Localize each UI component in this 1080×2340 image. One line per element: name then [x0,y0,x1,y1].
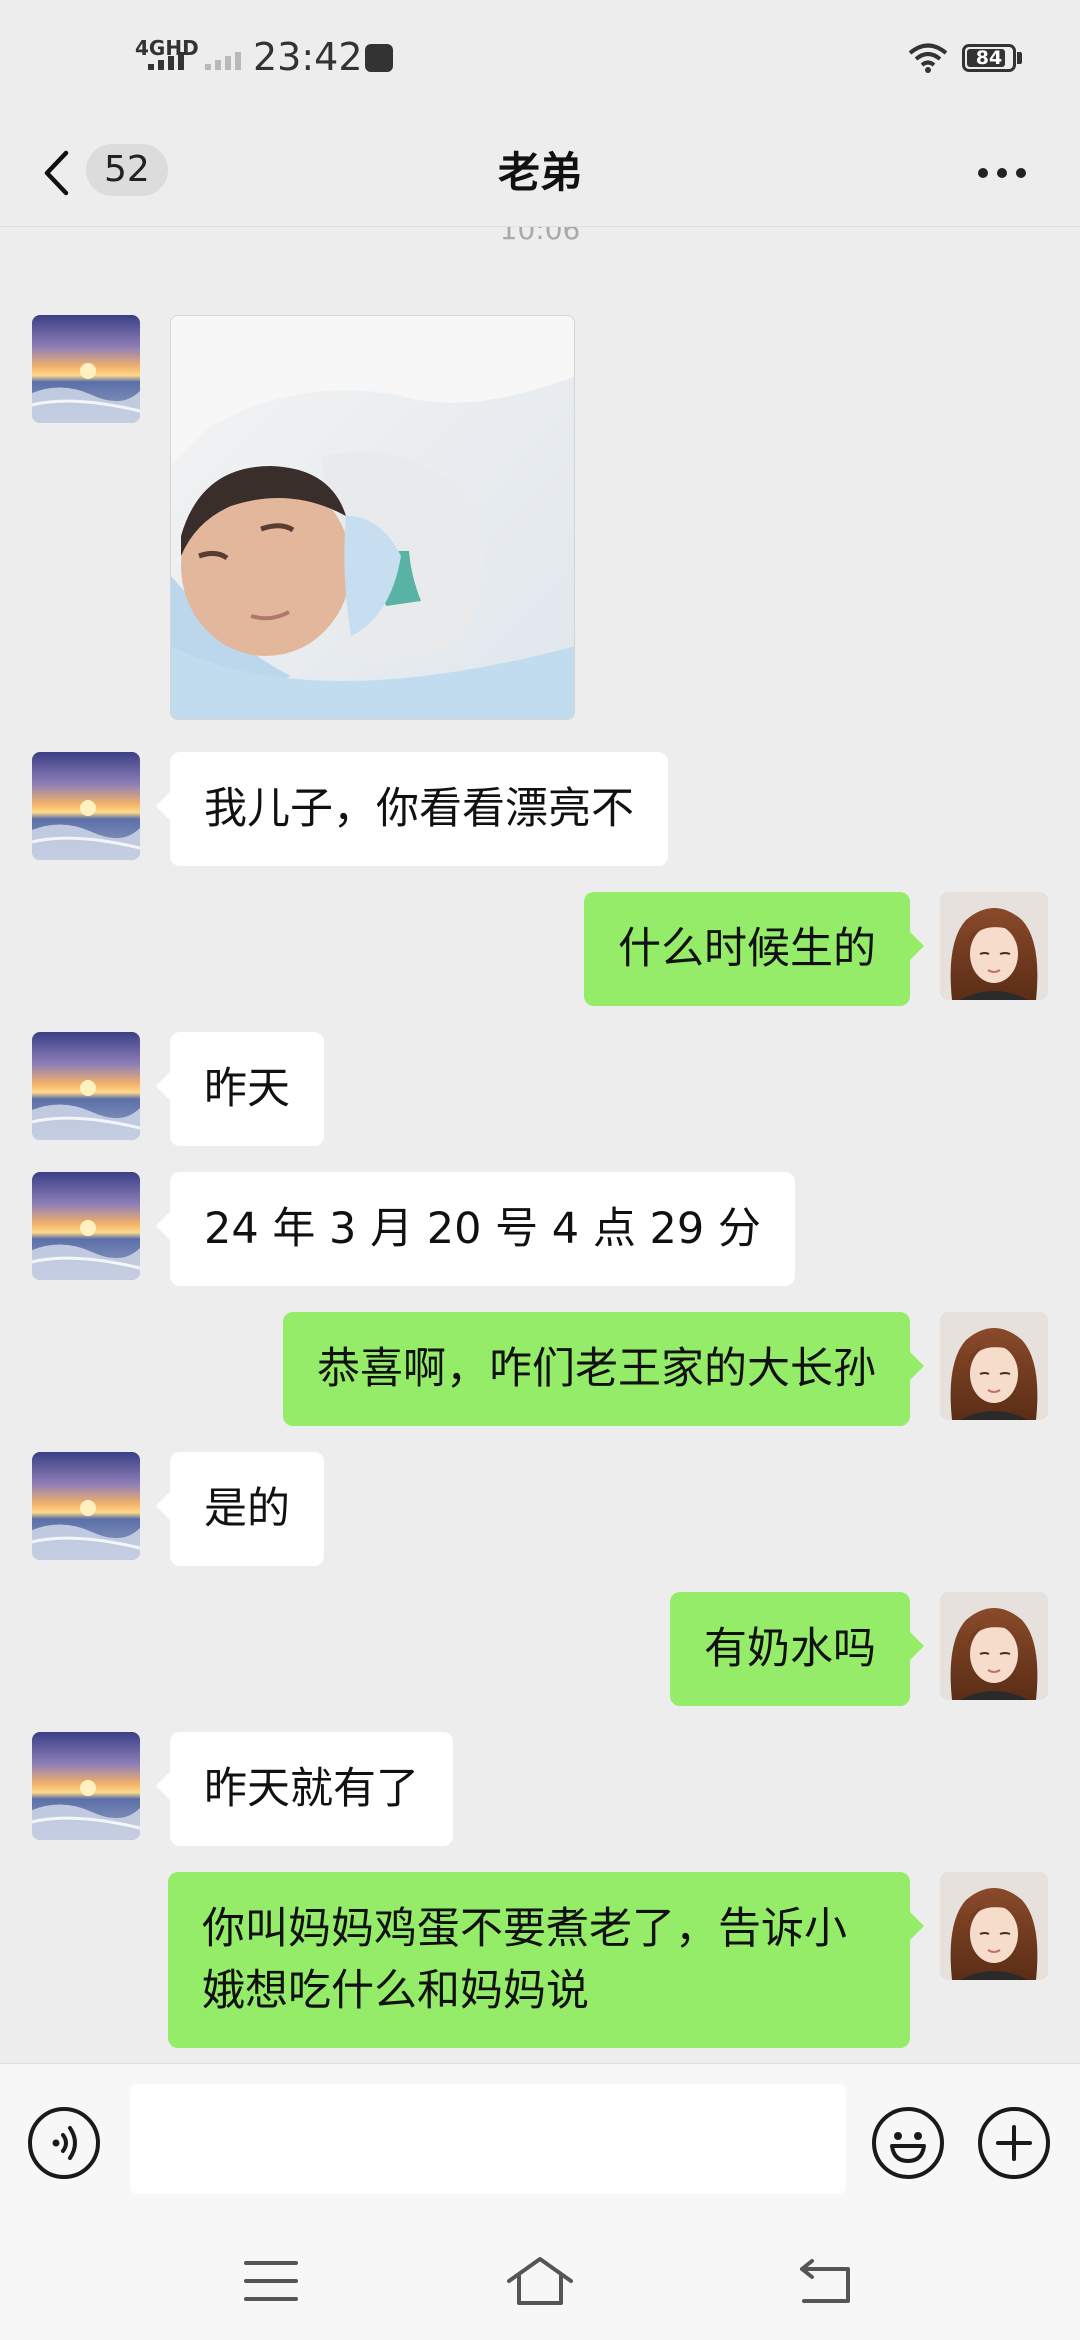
message-list[interactable]: 10:06 我儿子，你看看漂亮不 什么时候生的 昨天 24 年 3 月 20 号… [0,227,1080,2063]
more-options-button[interactable] [972,148,1032,198]
wifi-icon [908,43,948,73]
notification-icon [365,44,393,72]
message-bubble-received[interactable]: 昨天 [156,1032,324,1146]
message-bubble-received[interactable]: 24 年 3 月 20 号 4 点 29 分 [156,1172,795,1286]
contact-avatar[interactable] [32,315,140,423]
home-icon [507,2257,573,2305]
message-bubble-sent[interactable]: 恭喜啊，咋们老王家的大长孙 [283,1312,924,1426]
voice-button[interactable] [28,2107,100,2179]
message-timestamp: 10:06 [499,227,581,246]
menu-icon [244,2261,298,2301]
back-button[interactable]: 52 [30,130,170,210]
signal-secondary-icon [205,52,241,70]
message-bubble-sent[interactable]: 有奶水吗 [670,1592,924,1706]
message-bubble-received[interactable]: 昨天就有了 [156,1732,453,1846]
chat-header: 52 老弟 [0,120,1080,227]
message-bubble-sent[interactable]: 什么时候生的 [584,892,924,1006]
menu-button[interactable] [236,2251,306,2311]
voice-icon [52,2126,77,2160]
newborn-baby-photo [171,316,574,719]
unread-count-badge: 52 [86,144,168,196]
image-message[interactable] [170,315,575,720]
battery-level: 84 [975,47,1003,69]
contact-avatar[interactable] [32,1032,140,1140]
contact-avatar[interactable] [32,1452,140,1560]
message-bubble-sent[interactable]: 你叫妈妈鸡蛋不要煮老了，告诉小娥想吃什么和妈妈说 [168,1872,924,2048]
contact-avatar[interactable] [32,1172,140,1280]
message-input[interactable] [130,2084,846,2194]
user-avatar[interactable] [940,892,1048,1000]
user-avatar[interactable] [940,1312,1048,1420]
status-bar: 4GHD 23:42 84 [0,0,1080,120]
status-time: 23:42 [253,35,363,79]
return-button[interactable] [790,2251,860,2311]
back-arrow-icon [44,150,69,196]
user-avatar[interactable] [940,1872,1048,1980]
user-avatar[interactable] [940,1592,1048,1700]
signal-icon [148,52,184,70]
plus-icon [996,2125,1032,2161]
contact-avatar[interactable] [32,1732,140,1840]
input-bar [0,2063,1080,2224]
more-functions-button[interactable] [978,2107,1050,2179]
return-icon [800,2259,850,2303]
message-bubble-received[interactable]: 是的 [156,1452,324,1566]
system-navigation-bar [0,2223,1080,2340]
emoji-button[interactable] [872,2107,944,2179]
contact-avatar[interactable] [32,752,140,860]
message-bubble-received[interactable]: 我儿子，你看看漂亮不 [156,752,668,866]
emoji-icon [890,2132,926,2163]
home-button[interactable] [505,2251,575,2311]
